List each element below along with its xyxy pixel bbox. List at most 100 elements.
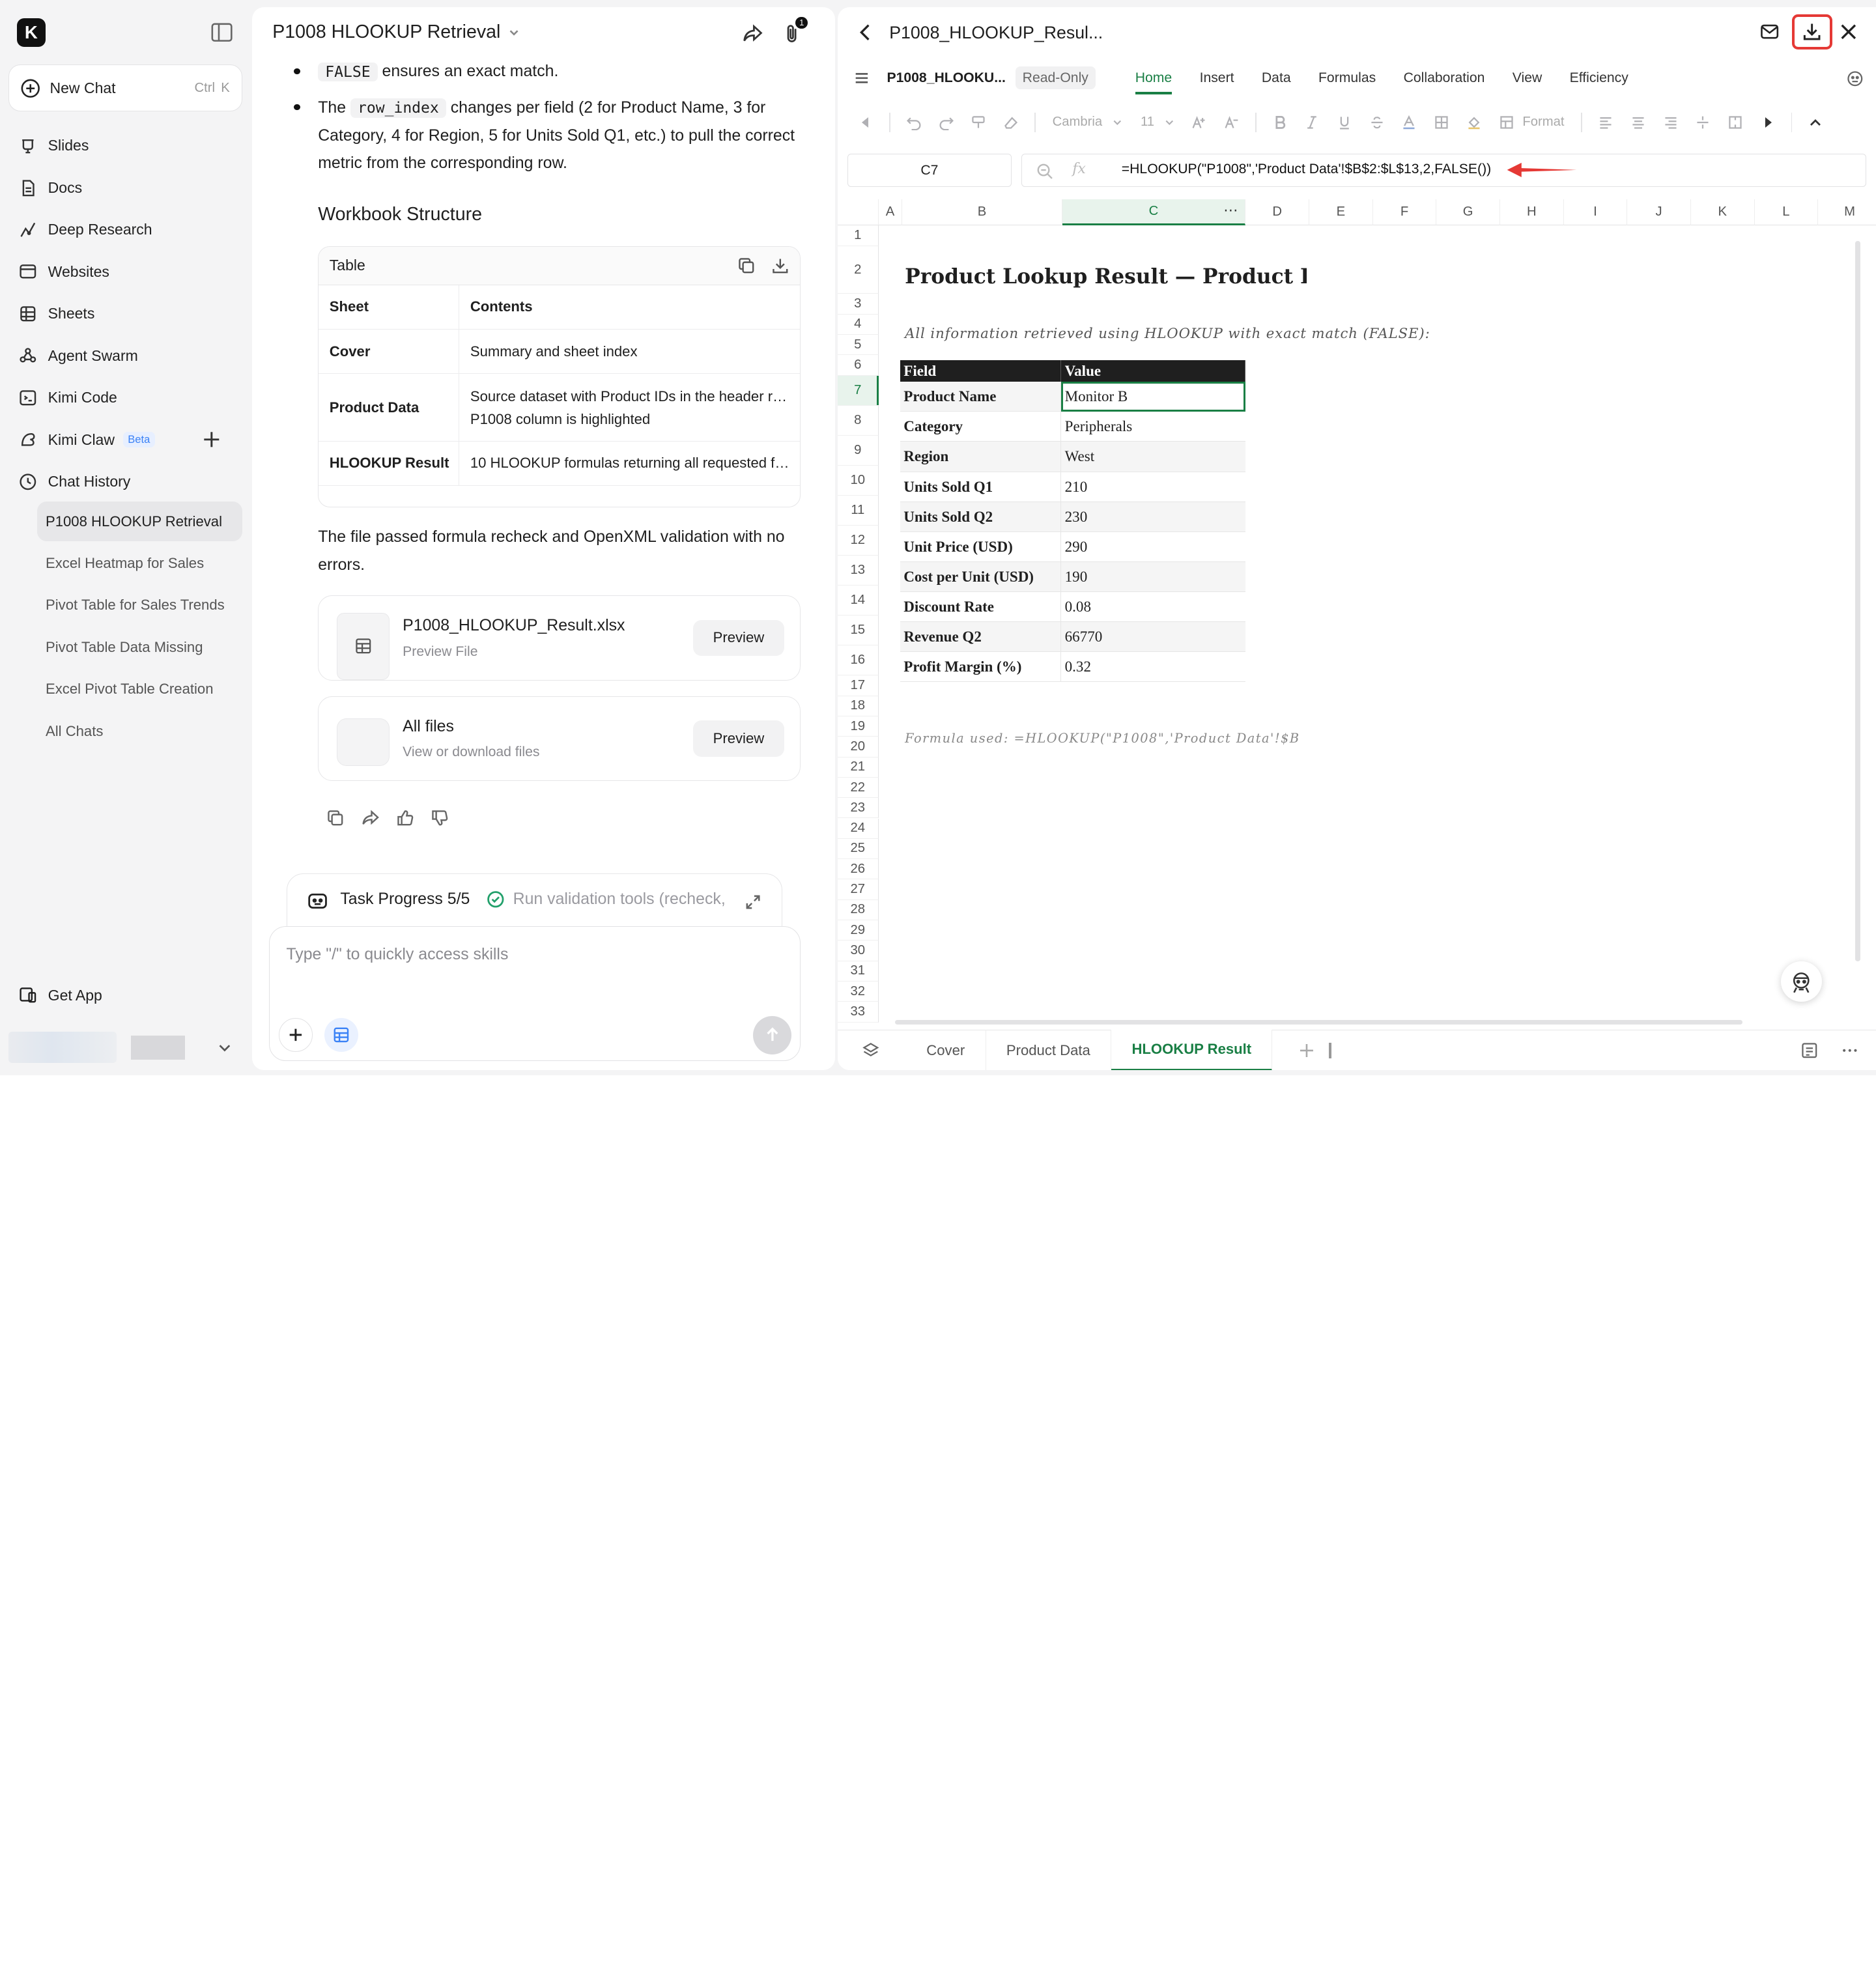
copy-icon[interactable] [326,809,345,827]
row-header-12[interactable]: 12 [837,525,879,556]
file-card[interactable]: P1008_HLOOKUP_Result.xlsx Preview File P… [318,595,801,681]
more-icon[interactable] [1841,1041,1859,1060]
align-center-icon[interactable] [1630,115,1646,130]
close-icon[interactable] [1840,23,1858,41]
message-composer[interactable]: Type "/" to quickly access skills [268,926,801,1061]
tab-home[interactable]: Home [1135,70,1172,94]
field-value-cell[interactable]: West [1060,441,1245,472]
row-header-23[interactable]: 23 [837,798,879,819]
play-icon[interactable] [1760,115,1776,130]
row-header-18[interactable]: 18 [837,696,879,716]
sidebar-item-kimi-claw[interactable]: Kimi Claw Beta [8,420,242,460]
tab-collaboration[interactable]: Collaboration [1404,70,1485,86]
decrease-font-icon[interactable] [1224,115,1240,130]
row-header-31[interactable]: 31 [837,961,879,982]
field-name-cell[interactable]: Units Sold Q2 [900,502,1062,532]
row-header-6[interactable]: 6 [837,355,879,376]
all-files-card[interactable]: All files View or download files Preview [318,696,801,782]
chevron-left-icon[interactable] [858,115,874,130]
row-header-13[interactable]: 13 [837,556,879,586]
font-color-icon[interactable] [1401,115,1417,130]
eraser-icon[interactable] [1003,115,1019,130]
field-value-cell[interactable]: 230 [1060,502,1245,532]
row-header-11[interactable]: 11 [837,495,879,526]
row-header-15[interactable]: 15 [837,615,879,646]
download-icon[interactable] [771,257,789,275]
history-item[interactable]: Excel Pivot Table Creation [37,670,242,709]
tab-cover[interactable]: Cover [906,1030,986,1071]
new-chat-button[interactable]: New Chat Ctrl K [8,64,243,112]
underline-icon[interactable] [1337,115,1352,130]
bold-icon[interactable] [1272,115,1288,130]
row-header-16[interactable]: 16 [837,645,879,676]
corner-cell[interactable] [837,199,879,226]
sidebar-item-agent-swarm[interactable]: Agent Swarm [8,336,242,376]
vertical-align-icon[interactable] [1695,115,1711,130]
tab-insert[interactable]: Insert [1200,70,1234,86]
layers-icon[interactable] [862,1041,880,1060]
field-name-cell[interactable]: Product Name [900,381,1062,412]
field-value-cell[interactable]: 290 [1060,531,1245,562]
align-left-icon[interactable] [1598,115,1613,130]
column-header-j[interactable]: J [1627,199,1691,226]
merge-cells-icon[interactable] [1727,115,1743,130]
chevron-down-icon[interactable] [1164,115,1175,130]
increase-font-icon[interactable] [1191,115,1207,130]
get-app-button[interactable]: Get App [8,976,242,1015]
thumbs-down-icon[interactable] [431,809,449,827]
field-name-cell[interactable]: Region [900,441,1062,472]
column-header-k[interactable]: K [1690,199,1755,226]
row-header-2[interactable]: 2 [837,246,879,294]
field-name-cell[interactable]: Category [900,411,1062,442]
field-name-cell[interactable]: Units Sold Q1 [900,472,1062,502]
field-value-cell[interactable]: Peripherals [1060,411,1245,442]
column-header-i[interactable]: I [1563,199,1628,226]
row-header-27[interactable]: 27 [837,879,879,900]
history-item[interactable]: P1008 HLOOKUP Retrieval [37,502,243,541]
sidebar-item-sheets[interactable]: Sheets [8,294,242,333]
italic-icon[interactable] [1304,115,1320,130]
share-icon[interactable] [362,809,380,827]
copy-icon[interactable] [737,257,756,275]
font-family-select[interactable]: Cambria [1053,115,1103,130]
column-header-c[interactable]: C ⋯ [1062,199,1246,226]
row-header-1[interactable]: 1 [837,225,879,246]
undo-icon[interactable] [906,115,922,130]
sheets-skill-button[interactable] [324,1018,358,1052]
format-button[interactable]: Format [1522,115,1564,130]
conditional-format-icon[interactable] [1499,115,1514,130]
chat-title[interactable]: P1008 HLOOKUP Retrieval [272,21,520,43]
chevron-down-icon[interactable] [1112,115,1123,130]
add-sheet-icon[interactable] [1299,1043,1315,1058]
assistant-icon[interactable] [1846,70,1864,88]
tab-product-data[interactable]: Product Data [986,1030,1112,1071]
kimi-logo[interactable]: K [16,18,46,47]
download-button[interactable] [1791,14,1833,50]
user-profile[interactable] [8,1030,242,1066]
add-icon[interactable] [203,431,221,449]
row-header-32[interactable]: 32 [837,982,879,1002]
share-icon[interactable] [742,23,763,44]
chevron-up-icon[interactable] [1808,115,1823,130]
field-name-cell[interactable]: Discount Rate [900,591,1062,622]
row-header-30[interactable]: 30 [837,940,879,961]
field-value-cell[interactable]: 210 [1060,472,1245,502]
row-header-22[interactable]: 22 [837,777,879,799]
send-button[interactable] [753,1015,792,1054]
sidebar-item-deep-research[interactable]: Deep Research [8,210,242,249]
row-header-24[interactable]: 24 [837,818,879,839]
expand-icon[interactable] [746,895,760,909]
column-header-b[interactable]: B [902,199,1062,226]
preview-button[interactable]: Preview [692,720,784,757]
field-name-cell[interactable]: Profit Margin (%) [900,651,1062,682]
row-header-17[interactable]: 17 [837,675,879,696]
sidebar-item-kimi-code[interactable]: Kimi Code [8,378,242,417]
tab-hlookup-result[interactable]: HLOOKUP Result [1111,1030,1273,1071]
spreadsheet-grid[interactable]: A B C ⋯ D E F G H I J K L M 1 2 3 4 5 6 7 8 9 10 11 12 13 14 15 16 17… [837,199,1876,1028]
history-item[interactable]: Pivot Table for Sales Trends [37,586,242,625]
sheet-list-icon[interactable] [1800,1041,1819,1060]
mail-icon[interactable] [1759,21,1780,42]
field-name-cell[interactable]: Cost per Unit (USD) [900,561,1062,592]
sidebar-toggle-icon[interactable] [211,23,233,42]
row-header-26[interactable]: 26 [837,859,879,880]
